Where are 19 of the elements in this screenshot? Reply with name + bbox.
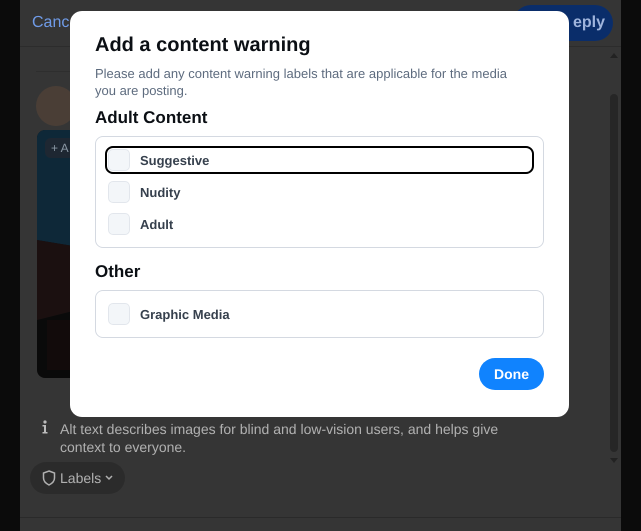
- info-icon: [42, 420, 48, 434]
- done-button[interactable]: Done: [479, 358, 544, 390]
- labels-button[interactable]: Labels: [30, 462, 126, 494]
- cancel-button[interactable]: Canc: [32, 14, 70, 32]
- dialog-title: Add a content warning: [95, 33, 312, 58]
- section-heading: Adult Content: [95, 108, 208, 128]
- alt-text-info: Alt text describes images for blind and low-vision users, and helps give context to everyone.: [60, 420, 500, 456]
- dialog-description: Please add any content warning labels that are applicable for the media you are posting.: [95, 65, 508, 99]
- checkbox[interactable]: [108, 181, 130, 203]
- warning-option[interactable]: Adult: [107, 212, 533, 236]
- checkbox[interactable]: [108, 213, 130, 235]
- warning-option[interactable]: Nudity: [107, 180, 533, 204]
- chevron-down-icon: [105, 475, 114, 481]
- checkbox[interactable]: [108, 303, 130, 325]
- checkbox[interactable]: [108, 149, 130, 171]
- warning-option[interactable]: Suggestive: [107, 148, 532, 172]
- warning-option[interactable]: Graphic Media: [107, 302, 533, 326]
- shield-icon: [42, 470, 56, 486]
- section-heading: Other: [95, 262, 142, 282]
